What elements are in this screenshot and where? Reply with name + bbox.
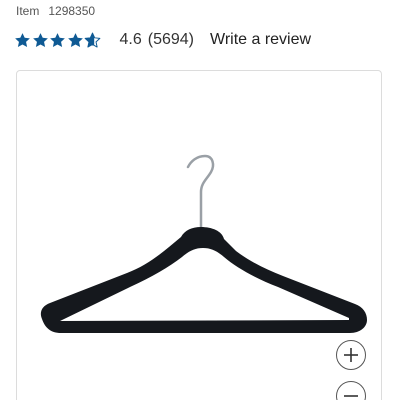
minus-icon <box>344 395 358 397</box>
rating-row: 4.6 (5694) Write a review <box>14 30 311 50</box>
star-icon <box>32 32 48 47</box>
zoom-in-button[interactable] <box>336 340 366 370</box>
item-number: 1298350 <box>48 4 96 18</box>
write-review-link[interactable]: Write a review <box>210 31 311 49</box>
star-icon <box>50 32 65 47</box>
half-star-icon <box>84 32 101 48</box>
review-count[interactable]: (5694) <box>148 31 194 49</box>
product-image[interactable] <box>17 71 382 400</box>
product-image-card <box>16 70 382 400</box>
zoom-out-button[interactable] <box>336 381 366 400</box>
plus-icon <box>344 348 358 362</box>
product-page: Item 1298350 4.6 (5694) Write a review <box>0 0 400 400</box>
item-line: Item 1298350 <box>16 4 95 18</box>
item-label: Item <box>16 4 40 18</box>
rating-value: 4.6 <box>119 31 142 48</box>
star-rating[interactable] <box>14 32 102 49</box>
star-icon <box>67 32 83 47</box>
star-icon <box>15 32 30 47</box>
